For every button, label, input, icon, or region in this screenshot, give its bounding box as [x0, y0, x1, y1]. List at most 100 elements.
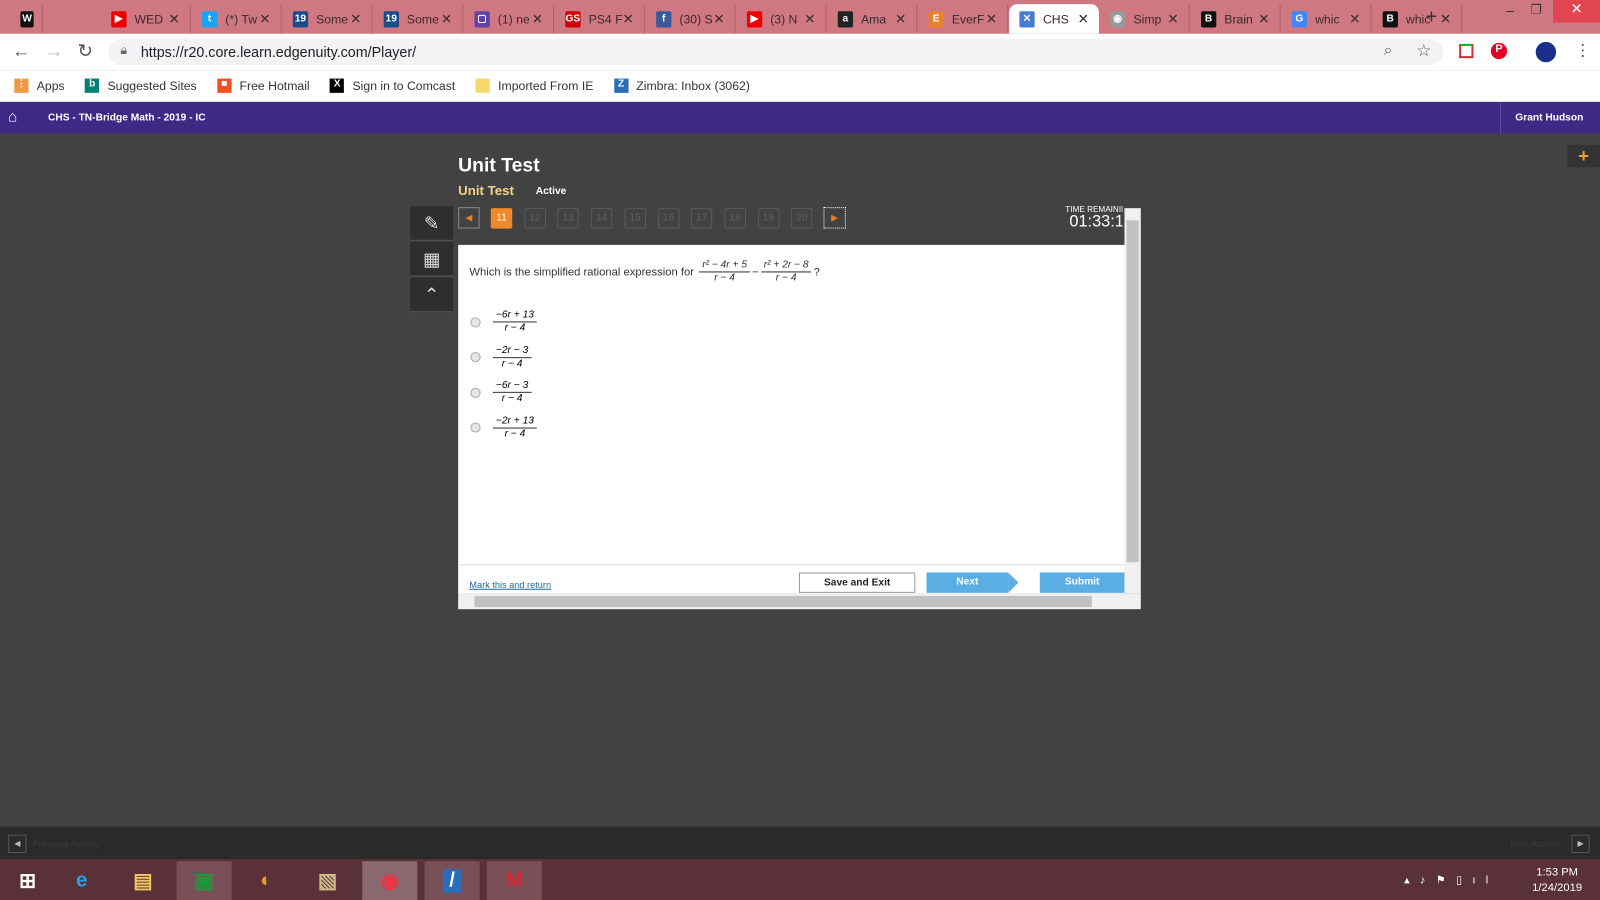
- zoom-icon[interactable]: ⌕: [1384, 42, 1393, 59]
- close-tab-icon[interactable]: ✕: [1258, 11, 1269, 27]
- browser-tab[interactable]: ▶ (3) N ✕: [737, 4, 827, 34]
- browser-tab[interactable]: W: [10, 4, 43, 34]
- bookmark-item[interactable]: ■ Free Hotmail: [217, 78, 310, 93]
- save-and-exit-button[interactable]: Save and Exit: [798, 572, 916, 593]
- bookmark-item[interactable]: X Sign in to Comcast: [330, 78, 455, 93]
- browser-tab[interactable]: 19 Some ✕: [373, 4, 464, 34]
- browser-tab[interactable]: ◉ Simp ✕: [1100, 4, 1190, 34]
- bookmark-item[interactable]: Imported From IE: [475, 78, 593, 93]
- mark-and-return-link[interactable]: Mark this and return: [469, 580, 551, 590]
- ie-icon[interactable]: e: [54, 861, 109, 900]
- answer-option[interactable]: −6r + 13 r − 4: [470, 309, 539, 335]
- radio-button[interactable]: [470, 352, 481, 363]
- menu-icon[interactable]: ⋮: [1574, 41, 1590, 61]
- extension-icon[interactable]: [1459, 43, 1474, 59]
- question-number-button[interactable]: 16: [657, 208, 680, 229]
- close-tab-icon[interactable]: ✕: [259, 11, 270, 27]
- store-icon[interactable]: ▣: [176, 861, 232, 900]
- browser-tab[interactable]: B Brain ✕: [1191, 4, 1281, 34]
- highlight-up-icon[interactable]: ⌃: [410, 277, 454, 313]
- question-number-button[interactable]: 15: [624, 208, 646, 229]
- chrome-icon[interactable]: ◉: [362, 861, 418, 900]
- bookmark-item[interactable]: Z Zimbra: Inbox (3062): [613, 78, 750, 93]
- close-tab-icon[interactable]: ✕: [713, 11, 724, 27]
- close-tab-icon[interactable]: ✕: [804, 11, 815, 27]
- profile-avatar[interactable]: [1535, 41, 1557, 63]
- browser-tab[interactable]: E EverF ✕: [918, 4, 1009, 34]
- browser-tab[interactable]: t (*) Tw ✕: [192, 4, 282, 34]
- close-tab-icon[interactable]: ✕: [441, 11, 452, 27]
- mcafee-icon[interactable]: M: [486, 861, 542, 900]
- question-number-button[interactable]: 19: [757, 208, 780, 229]
- next-activity-label[interactable]: Next Activity: [1510, 839, 1560, 849]
- reload-icon[interactable]: ↻: [78, 41, 93, 62]
- question-number-button[interactable]: 11: [490, 208, 513, 229]
- prev-activity-label[interactable]: Previous Activity: [33, 839, 100, 849]
- user-name[interactable]: Grant Hudson: [1499, 102, 1583, 134]
- bookmark-item[interactable]: b Suggested Sites: [85, 78, 197, 93]
- minimize-button[interactable]: –: [1506, 2, 1514, 18]
- clock[interactable]: 1:53 PM 1/24/2019: [1527, 866, 1588, 894]
- close-tab-icon[interactable]: ✕: [1078, 11, 1089, 27]
- browser-tab[interactable]: GS PS4 F ✕: [555, 4, 645, 34]
- answer-option[interactable]: −6r − 3r − 4: [470, 380, 533, 406]
- close-tab-icon[interactable]: ✕: [895, 11, 906, 27]
- question-number-button[interactable]: 14: [590, 208, 613, 229]
- question-number-button[interactable]: 20: [791, 208, 813, 229]
- prev-activity-button[interactable]: ◀: [8, 834, 27, 854]
- radio-button[interactable]: [470, 316, 481, 328]
- vertical-scrollbar[interactable]: [1124, 208, 1141, 594]
- close-tab-icon[interactable]: ✕: [168, 11, 179, 27]
- prev-question-button[interactable]: ◀: [458, 207, 480, 229]
- new-tab-button[interactable]: +: [1425, 6, 1437, 29]
- close-window-button[interactable]: ✕: [1553, 0, 1600, 23]
- file-explorer-icon[interactable]: ▤: [115, 861, 170, 900]
- browser-tab[interactable]: 19 Some ✕: [283, 4, 373, 34]
- close-tab-icon[interactable]: ✕: [1440, 11, 1451, 27]
- plus-icon[interactable]: +: [1567, 144, 1600, 168]
- pencil-icon[interactable]: ✎: [410, 206, 454, 241]
- system-tray-icons[interactable]: ▴♪⚑▯ıl: [1404, 873, 1498, 886]
- next-button[interactable]: Next: [926, 572, 1009, 593]
- restore-button[interactable]: ❐: [1531, 2, 1542, 16]
- app-icon[interactable]: ◐: [239, 861, 294, 900]
- answer-option[interactable]: −2r − 3r − 4: [470, 344, 533, 370]
- browser-tab[interactable]: f (30) S ✕: [646, 4, 736, 34]
- close-tab-icon[interactable]: ✕: [986, 11, 997, 27]
- status-badge: Active: [535, 185, 567, 197]
- bookmark-item[interactable]: ⋮ Apps: [14, 78, 65, 93]
- browser-tab[interactable]: ✕ CHS ✕: [1009, 4, 1099, 34]
- horizontal-scrollbar[interactable]: [458, 593, 1141, 610]
- answer-option[interactable]: −2r + 13 r − 4: [470, 415, 539, 441]
- browser-tab[interactable]: ▶ WED ✕: [101, 4, 191, 34]
- close-tab-icon[interactable]: ✕: [1349, 11, 1360, 27]
- next-question-button[interactable]: ▶: [823, 207, 846, 229]
- browser-tab[interactable]: Bwhic ✕: [1372, 4, 1463, 34]
- close-tab-icon[interactable]: ✕: [532, 11, 543, 27]
- address-bar[interactable]: 🔒︎ https://r20.core.learn.edgenuity.com/…: [108, 38, 1443, 66]
- pinterest-icon[interactable]: P: [1490, 42, 1508, 60]
- question-number-button[interactable]: 13: [557, 208, 579, 229]
- close-tab-icon[interactable]: ✕: [1167, 11, 1178, 27]
- close-tab-icon[interactable]: ✕: [350, 11, 361, 27]
- close-tab-icon[interactable]: ✕: [623, 11, 634, 27]
- question-number-button[interactable]: 12: [524, 208, 546, 229]
- star-icon[interactable]: ☆: [1416, 41, 1431, 61]
- radio-button[interactable]: [470, 422, 481, 433]
- app-icon-2[interactable]: ▧: [300, 861, 355, 900]
- radio-button[interactable]: [470, 387, 481, 398]
- browser-tab[interactable]: Gwhic ✕: [1282, 4, 1372, 34]
- question-number-button[interactable]: 17: [691, 208, 713, 229]
- browser-tab[interactable]: ▢ (1) ne ✕: [464, 4, 555, 34]
- home-icon[interactable]: ⌂: [8, 108, 17, 125]
- back-icon[interactable]: ←: [12, 41, 30, 62]
- calculator-icon[interactable]: ▦: [410, 241, 454, 277]
- denominator: r − 4: [501, 357, 523, 369]
- submit-button[interactable]: Submit: [1039, 572, 1125, 593]
- start-icon[interactable]: ⊞: [0, 861, 55, 900]
- forward-icon[interactable]: →: [45, 41, 63, 62]
- browser-tab[interactable]: a Ama ✕: [828, 4, 918, 34]
- app-icon-3[interactable]: /: [424, 861, 480, 900]
- next-activity-button[interactable]: ▶: [1571, 834, 1590, 854]
- question-number-button[interactable]: 18: [724, 208, 746, 229]
